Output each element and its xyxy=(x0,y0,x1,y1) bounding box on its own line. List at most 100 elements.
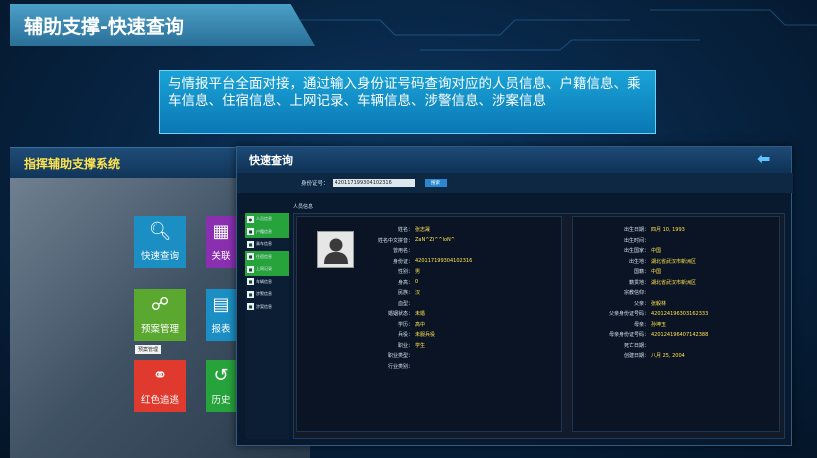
field-row: 母亲： 孙坤玉 xyxy=(579,320,666,329)
field-label: 兵役： xyxy=(397,332,413,338)
field-row: 职业类型： xyxy=(361,351,415,360)
train-icon: ■ xyxy=(247,240,254,248)
field-value: 孙坤玉 xyxy=(651,321,667,328)
field-label: 宗教信仰： xyxy=(623,290,649,296)
field-value: 八月 25, 2004 xyxy=(651,353,685,359)
nav-item-police[interactable]: ■ 涉警信息 xyxy=(245,288,289,301)
field-label: 性别： xyxy=(397,269,413,275)
field-label: 国籍： xyxy=(633,269,649,275)
field-label: 姓名中文拼音： xyxy=(377,237,413,244)
hotel-icon: ■ xyxy=(247,253,254,261)
field-value: 湖北省武汉市新洲区 xyxy=(651,279,697,286)
field-label: 行业类别： xyxy=(387,363,413,370)
report-icon: ▤ xyxy=(212,294,230,315)
field-row: 出生地： 湖北省武汉市新洲区 xyxy=(579,257,696,266)
field-label: 血型： xyxy=(397,300,413,307)
field-row: 父亲身份证号码： 420124196303162333 xyxy=(579,309,708,318)
nav-label: 涉案信息 xyxy=(256,303,272,309)
field-row: 婚姻状态： 未婚 xyxy=(361,309,425,318)
field-value: 高中 xyxy=(415,321,426,328)
tile-label: 关联 xyxy=(211,251,231,262)
field-row: 出生国家： 中国 xyxy=(579,246,661,255)
field-value: 未婚 xyxy=(415,311,426,317)
field-label: 职业： xyxy=(397,342,413,349)
nav-item-lodging[interactable]: ■ 住宿信息 xyxy=(245,250,289,263)
field-value: 学生 xyxy=(415,342,426,349)
person-info-left: 姓名： 张志晟 姓名中文拼音： ZaN^Zi^^loN^ 曾用名： 身份证： 4201171… xyxy=(296,216,562,432)
nav-label: 住宿信息 xyxy=(256,253,272,259)
plan-icon: ☍ xyxy=(150,294,170,315)
field-label: 创建日期： xyxy=(623,353,649,359)
handcuff-icon: ⚭ xyxy=(152,365,168,386)
field-value: 汉 xyxy=(415,290,421,296)
field-value: 420117199304102316 xyxy=(415,258,473,264)
section-label: 人员信息 xyxy=(293,204,314,210)
field-row: 兵役： 未服兵役 xyxy=(361,330,435,339)
field-row: 性别：男 xyxy=(361,267,420,276)
field-label: 婚姻状态： xyxy=(387,311,413,317)
tile-red-pursuit[interactable]: ⚭ 红色追逃 xyxy=(134,360,186,412)
computer-icon: ■ xyxy=(247,265,254,273)
field-label: 母亲： xyxy=(633,321,649,328)
avatar xyxy=(317,231,354,268)
field-value: ZaN^Zi^^loN^ xyxy=(415,237,455,243)
person-silhouette-icon xyxy=(323,238,348,264)
field-row: 职业： 学生 xyxy=(361,341,425,350)
tile-report[interactable]: ▤ 报表 xyxy=(206,289,236,341)
nav-item-vehicle[interactable]: ■ 车辆信息 xyxy=(245,276,289,289)
field-row: 姓名： 张志晟 xyxy=(361,225,430,234)
person-icon: ● xyxy=(247,215,254,223)
field-row: 民族：汉 xyxy=(361,288,420,297)
id-number-input[interactable] xyxy=(332,179,415,187)
case-icon: ■ xyxy=(247,303,254,311)
back-arrow-icon[interactable]: ⬅︎ xyxy=(757,151,777,167)
nav-item-case[interactable]: ■ 涉案信息 xyxy=(245,301,289,314)
field-label: 死亡日期： xyxy=(623,342,649,349)
field-label: 出生日期： xyxy=(623,227,649,233)
tile-history[interactable]: ↺ 历史 xyxy=(206,360,236,412)
history-icon: ↺ xyxy=(213,365,229,386)
field-value: 中国 xyxy=(651,269,662,275)
nav-item-household[interactable]: ■ 户籍信息 xyxy=(245,225,289,238)
person-info-right: 出生日期： 四月 10, 1993 出生时间： 出生国家： 中国 出生地： 湖北省武汉市新洲… xyxy=(572,216,780,432)
field-label: 身高： xyxy=(397,279,413,286)
person-info-area: 姓名： 张志晟 姓名中文拼音： ZaN^Zi^^loN^ 曾用名： 身份证： 4201171… xyxy=(293,213,785,439)
field-label: 父亲： xyxy=(633,300,649,307)
field-label: 出生国家： xyxy=(623,248,649,254)
field-value: 男 xyxy=(415,269,421,275)
tile-relation[interactable]: ▦ 关联 xyxy=(206,216,236,268)
field-label: 父亲身份证号码： xyxy=(608,311,649,317)
relation-icon: ▦ xyxy=(212,221,230,242)
field-row: 母亲身份证号码： 420124196407142388 xyxy=(579,330,708,339)
nav-label: 人员信息 xyxy=(256,216,272,222)
tile-quick-query[interactable]: 🔍︎ 快速查询 xyxy=(134,216,186,268)
nav-item-ride[interactable]: ■ 乘车信息 xyxy=(245,238,289,251)
tile-plan-management[interactable]: ☍ 预案管理 xyxy=(134,289,186,341)
field-row: 籍贯地： 湖北省武汉市新洲区 xyxy=(579,278,696,287)
nav-label: 车辆信息 xyxy=(256,278,272,284)
search-button[interactable]: 搜索 xyxy=(424,179,447,187)
query-sidebar: ● 人员信息 ■ 户籍信息 ■ 乘车信息 ■ 住宿信息 ■ 上网记录 ■ 车辆信息 ■ 涉警信… xyxy=(245,213,289,439)
field-row: 出生时间： xyxy=(579,236,651,245)
nav-item-person[interactable]: ● 人员信息 xyxy=(245,213,289,226)
id-number-label: 身份证号： xyxy=(301,181,329,187)
nav-item-internet[interactable]: ■ 上网记录 xyxy=(245,263,289,276)
field-value: 0 xyxy=(415,279,419,285)
tile-label: 预案管理 xyxy=(140,324,179,335)
nav-label: 乘车信息 xyxy=(256,241,272,247)
field-label: 出生地： xyxy=(628,258,649,265)
tile-label: 历史 xyxy=(211,395,231,406)
field-label: 母亲身份证号码： xyxy=(608,332,649,338)
window-title: 快速查询 xyxy=(249,154,293,167)
description-box: 与情报平台全面对接，通过输入身份证号码查询对应的人员信息、户籍信息、乘车信息、住… xyxy=(159,70,656,134)
field-value: 湖北省武汉市新洲区 xyxy=(651,258,697,265)
nav-label: 涉警信息 xyxy=(256,291,272,297)
police-icon: ■ xyxy=(247,290,254,298)
field-value: 420124196303162333 xyxy=(651,310,709,317)
field-row: 父亲： 张毅林 xyxy=(579,299,666,308)
field-row: 死亡日期： xyxy=(579,341,651,350)
car-icon: ■ xyxy=(247,278,254,286)
field-row: 血型： xyxy=(361,299,415,308)
search-icon: 🔍︎ xyxy=(148,221,172,242)
field-row: 身份证： 420117199304102316 xyxy=(361,257,472,266)
